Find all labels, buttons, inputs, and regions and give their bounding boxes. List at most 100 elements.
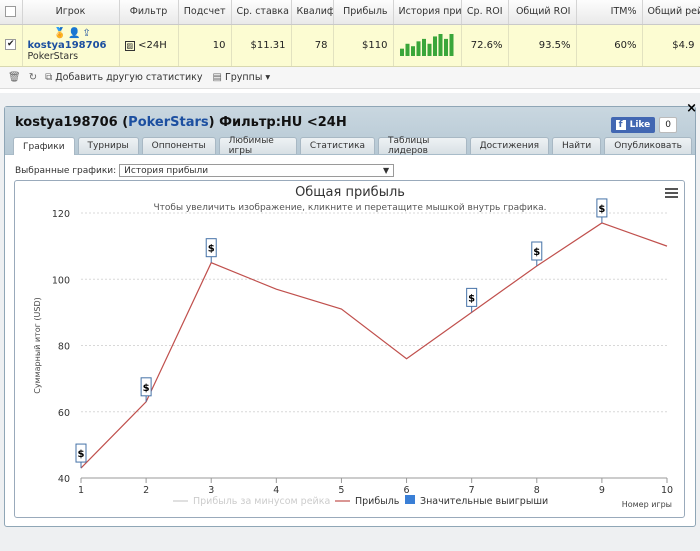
win-flag[interactable]: $ bbox=[531, 241, 543, 266]
stats-table: Игрок Фильтр Подсчет Ср. ставка Квалиф П… bbox=[0, 0, 700, 67]
chart-select-row: Выбранные графики: История прибыли ▼ bbox=[15, 164, 395, 177]
col-header-player[interactable]: Игрок bbox=[22, 0, 120, 25]
dialog-header: kostya198706 (PokerStars) Фильтр:HU <24H… bbox=[5, 101, 697, 156]
select-all-checkbox[interactable] bbox=[5, 6, 17, 18]
dialog-filter: Фильтр:HU <24H bbox=[219, 115, 347, 130]
menu-icon[interactable] bbox=[665, 188, 678, 198]
col-header-avg-stake[interactable]: Ср. ставка bbox=[231, 0, 292, 25]
tab-charts[interactable]: Графики bbox=[13, 137, 75, 155]
facebook-icon: f bbox=[615, 120, 626, 130]
tab-statistics[interactable]: Статистика bbox=[299, 137, 376, 154]
like-label: Like bbox=[629, 120, 651, 130]
x-tick-label: 7 bbox=[469, 485, 475, 496]
sparkline-bar bbox=[427, 43, 432, 56]
add-stats-link[interactable]: Добавить другую статистику bbox=[55, 72, 202, 83]
sparkline-bar bbox=[405, 43, 410, 56]
like-count: 0 bbox=[659, 117, 677, 133]
x-tick-label: 3 bbox=[208, 485, 214, 496]
sparkline-bar bbox=[411, 46, 415, 56]
col-header-qualif[interactable]: Квалиф bbox=[291, 0, 334, 25]
tab-achievements[interactable]: Достижения bbox=[469, 137, 549, 154]
chart-svg[interactable]: Общая прибыль Чтобы увеличить изображение… bbox=[15, 181, 686, 519]
sparkline-bar bbox=[444, 38, 448, 56]
select-all-header[interactable] bbox=[0, 0, 23, 25]
win-flag[interactable]: $ bbox=[205, 238, 217, 263]
tab-find[interactable]: Найти bbox=[552, 137, 602, 154]
tab-tournaments[interactable]: Турниры bbox=[77, 137, 139, 154]
col-header-profit-history[interactable]: История прибыл bbox=[393, 0, 462, 25]
win-flag[interactable]: $ bbox=[596, 198, 608, 223]
dialog-site-link[interactable]: PokerStars bbox=[128, 115, 208, 130]
win-flag-label: $ bbox=[78, 449, 85, 460]
close-icon[interactable]: × bbox=[686, 101, 697, 116]
row-checkbox-cell[interactable]: ✔ bbox=[0, 24, 23, 67]
profit-cell: $110 bbox=[333, 24, 394, 67]
export-icon[interactable]: ⇪ bbox=[82, 28, 90, 39]
sparkline-bar bbox=[422, 38, 426, 56]
filter-icon: ▨ bbox=[124, 40, 136, 51]
win-flag[interactable]: $ bbox=[466, 287, 478, 313]
y-tick-label: 120 bbox=[52, 209, 70, 220]
dialog-player-name: kostya198706 bbox=[15, 115, 118, 130]
dialog-title: kostya198706 (PokerStars) Фильтр:HU <24H bbox=[15, 115, 347, 130]
player-cell: 🏅 👤 ⇪ kostya198706 PokerStars bbox=[22, 24, 120, 67]
chart-select-label: Выбранные графики: bbox=[15, 165, 117, 176]
stats-toolbar: 🗑 ↻ ⧉ Добавить другую статистику ▤ Групп… bbox=[0, 67, 700, 89]
sparkline-bar bbox=[449, 34, 454, 56]
col-header-count[interactable]: Подсчет bbox=[178, 0, 232, 25]
total-roi-cell: 93.5% bbox=[508, 24, 577, 67]
refresh-icon[interactable]: ↻ bbox=[29, 72, 37, 83]
chevron-down-icon: ▾ bbox=[265, 72, 271, 83]
col-header-avg-roi[interactable]: Ср. ROI bbox=[461, 0, 509, 25]
row-checkbox[interactable]: ✔ bbox=[5, 39, 17, 51]
add-stats-icon: ⧉ bbox=[45, 72, 53, 83]
win-flag-label: $ bbox=[598, 204, 605, 215]
profit-chart[interactable]: Общая прибыль Чтобы увеличить изображение… bbox=[14, 180, 685, 518]
win-flag-label: $ bbox=[143, 383, 150, 394]
profit-history-cell[interactable] bbox=[393, 24, 462, 67]
legend-item-net-profit: Прибыль за минусом рейка bbox=[193, 496, 330, 507]
chart-select[interactable]: История прибыли ▼ bbox=[119, 164, 395, 177]
player-link[interactable]: kostya198706 bbox=[28, 40, 114, 51]
col-header-total-roi[interactable]: Общий ROI bbox=[508, 0, 577, 25]
col-header-filter[interactable]: Фильтр bbox=[119, 0, 179, 25]
tab-favorite-games[interactable]: Любимые игры bbox=[218, 136, 297, 156]
filter-cell: ▨ <24H bbox=[119, 24, 179, 67]
tab-opponents[interactable]: Оппоненты bbox=[141, 137, 216, 154]
stats-panel: Игрок Фильтр Подсчет Ср. ставка Квалиф П… bbox=[0, 0, 700, 93]
player-icons: 🏅 👤 ⇪ bbox=[28, 28, 114, 40]
chart-title: Общая прибыль bbox=[295, 185, 405, 200]
groups-dropdown[interactable]: Группы ▾ bbox=[225, 72, 270, 83]
groups-icon: ▤ bbox=[212, 72, 222, 83]
chart-subtitle: Чтобы увеличить изображение, кликните и … bbox=[153, 203, 546, 213]
person-icon[interactable]: 👤 bbox=[68, 28, 80, 39]
like-button[interactable]: f Like bbox=[610, 117, 656, 133]
y-axis-label: Суммарный итог (USD) bbox=[33, 297, 42, 394]
sparkline-bar bbox=[416, 41, 421, 56]
y-tick-label: 80 bbox=[58, 342, 70, 353]
x-tick-label: 6 bbox=[404, 485, 410, 496]
x-tick-label: 9 bbox=[599, 485, 605, 496]
table-row[interactable]: ✔ 🏅 👤 ⇪ kostya198706 PokerStars ▨ <24H 10 $… bbox=[0, 24, 700, 67]
x-tick-label: 4 bbox=[273, 485, 279, 496]
col-header-profit[interactable]: Прибыль bbox=[333, 0, 394, 25]
profit-sparkline[interactable] bbox=[399, 33, 455, 57]
legend-swatch-flags bbox=[405, 495, 415, 504]
x-tick-label: 1 bbox=[78, 485, 84, 496]
tab-publish[interactable]: Опубликовать bbox=[604, 137, 692, 154]
col-header-itm[interactable]: ITM% bbox=[576, 0, 643, 25]
sparkline-bar bbox=[400, 48, 404, 56]
win-flag[interactable]: $ bbox=[140, 377, 152, 402]
dropdown-arrow-icon: ▼ bbox=[383, 166, 390, 175]
win-flag-label: $ bbox=[208, 244, 215, 255]
trash-icon[interactable]: 🗑 bbox=[8, 72, 21, 83]
tab-leaderboards[interactable]: Таблицы лидеров bbox=[378, 136, 467, 156]
legend-item-profit: Прибыль bbox=[355, 496, 400, 507]
y-tick-label: 100 bbox=[52, 275, 70, 286]
col-header-rake[interactable]: Общий рейк bbox=[642, 0, 700, 25]
groups-label: Группы bbox=[224, 72, 263, 83]
award-icon[interactable]: 🏅 bbox=[54, 28, 66, 39]
chart-select-value: История прибыли bbox=[124, 165, 209, 176]
win-flag-label: $ bbox=[468, 293, 475, 304]
count-cell: 10 bbox=[178, 24, 232, 67]
